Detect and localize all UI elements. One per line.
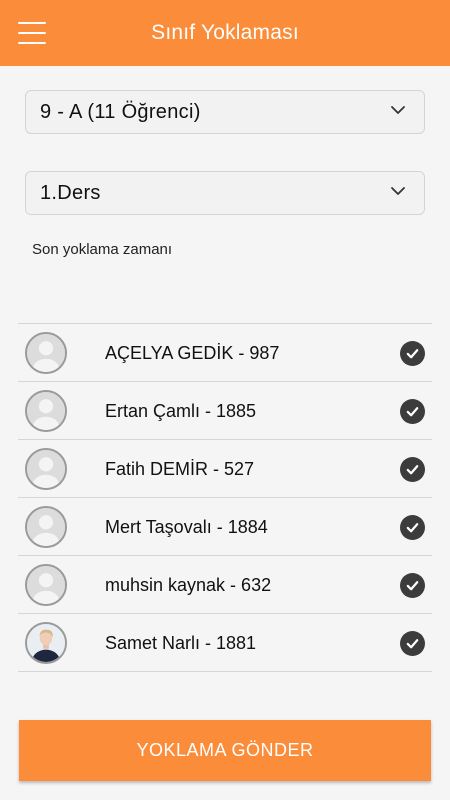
avatar-icon xyxy=(25,390,67,432)
student-photo-avatar xyxy=(25,622,67,664)
student-row[interactable]: muhsin kaynak - 632 xyxy=(18,556,432,614)
present-check-icon[interactable] xyxy=(400,515,425,540)
student-name: Ertan Çamlı - 1885 xyxy=(105,401,257,421)
app-bar: Sınıf Yoklaması xyxy=(0,0,450,66)
student-row[interactable]: Samet Narlı - 1881 xyxy=(18,614,432,672)
present-check-icon[interactable] xyxy=(400,341,425,366)
chevron-down-icon xyxy=(391,106,405,114)
student-list[interactable]: AÇELYA GEDİK - 987 Ertan Çamlı - 1885 Fati… xyxy=(18,323,432,697)
page-title: Sınıf Yoklaması xyxy=(151,21,299,44)
student-row[interactable]: Mert Taşovalı - 1884 xyxy=(18,498,432,556)
avatar-icon xyxy=(25,448,67,490)
avatar-icon xyxy=(25,332,67,374)
lesson-select[interactable]: 1.Ders xyxy=(25,171,425,215)
present-check-icon[interactable] xyxy=(400,399,425,424)
student-name: AÇELYA GEDİK - 987 xyxy=(105,343,280,363)
present-check-icon[interactable] xyxy=(400,573,425,598)
present-check-icon[interactable] xyxy=(400,631,425,656)
student-name: muhsin kaynak - 632 xyxy=(105,575,272,595)
submit-attendance-button[interactable]: YOKLAMA GÖNDER xyxy=(19,720,431,781)
present-check-icon[interactable] xyxy=(400,457,425,482)
student-row[interactable]: AÇELYA GEDİK - 987 xyxy=(18,324,432,382)
student-name: Mert Taşovalı - 1884 xyxy=(105,517,268,537)
student-name: Samet Narlı - 1881 xyxy=(105,633,257,653)
last-attendance-label: Son yoklama zamanı xyxy=(32,241,173,258)
avatar-icon xyxy=(25,564,67,606)
lesson-select-value: 1.Ders xyxy=(40,181,101,204)
class-select[interactable]: 9 - A (11 Öğrenci) xyxy=(25,90,425,134)
menu-icon[interactable] xyxy=(18,22,46,44)
chevron-down-icon xyxy=(391,187,405,195)
student-name: Fatih DEMİR - 527 xyxy=(105,459,255,479)
student-row[interactable]: Fatih DEMİR - 527 xyxy=(18,440,432,498)
class-select-value: 9 - A (11 Öğrenci) xyxy=(40,100,201,123)
student-row[interactable]: Ertan Çamlı - 1885 xyxy=(18,382,432,440)
avatar-icon xyxy=(25,506,67,548)
submit-attendance-label: YOKLAMA GÖNDER xyxy=(136,740,314,760)
